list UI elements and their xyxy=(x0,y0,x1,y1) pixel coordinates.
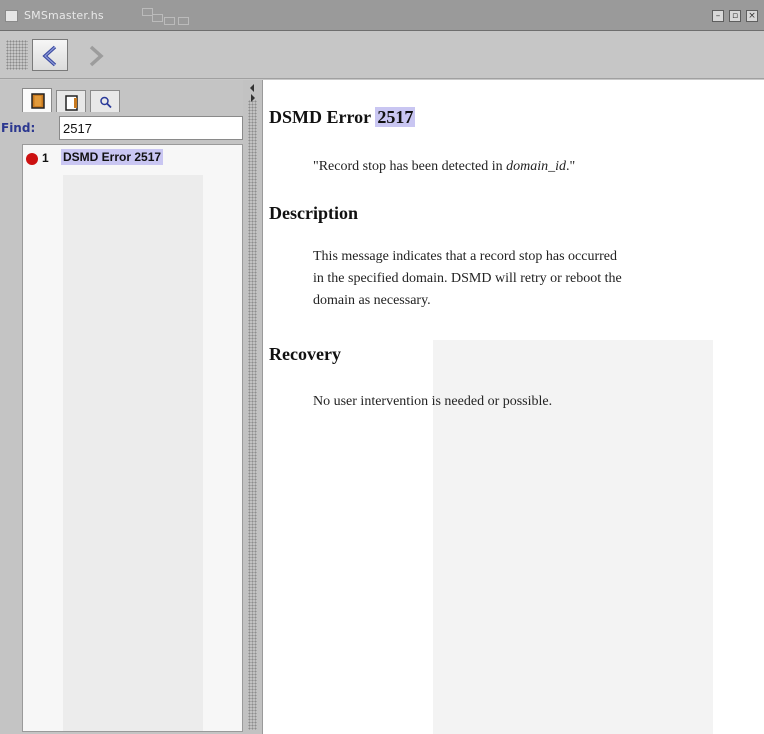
error-summary: "Record stop has been detected in domain… xyxy=(313,156,575,178)
description-text: This message indicates that a record sto… xyxy=(313,246,622,312)
pane-splitter[interactable] xyxy=(243,80,262,734)
summary-text-end: ." xyxy=(566,159,576,174)
help-content-pane[interactable]: DSMD Error 2517 "Record stop has been de… xyxy=(262,80,764,734)
find-label: Find: xyxy=(1,121,36,135)
tab-index[interactable] xyxy=(56,90,86,112)
collapse-left-arrow-icon[interactable] xyxy=(250,84,254,92)
toolbar xyxy=(0,31,764,79)
result-title[interactable]: DSMD Error 2517 xyxy=(61,149,164,165)
description-line: domain as necessary. xyxy=(313,293,431,308)
tab-search[interactable] xyxy=(90,90,120,112)
page-title-text: DSMD Error xyxy=(269,107,371,127)
recovery-text: No user intervention is needed or possib… xyxy=(313,394,553,409)
chevron-left-icon xyxy=(42,45,57,67)
window-title-bar[interactable]: SMSmaster.hs – ▫ × xyxy=(0,0,764,31)
navigator-panel: Find: 1 DSMD Error 2517 xyxy=(0,80,243,734)
recovery-heading: Recovery xyxy=(269,344,341,364)
forward-button[interactable] xyxy=(76,39,112,71)
description-line: This message indicates that a record sto… xyxy=(313,249,618,264)
close-button[interactable]: × xyxy=(746,10,758,22)
tab-contents[interactable] xyxy=(22,88,52,112)
window-title: SMSmaster.hs xyxy=(24,9,104,22)
result-rank: 1 xyxy=(42,151,49,165)
back-button[interactable] xyxy=(32,39,68,71)
summary-text-start: "Record stop has been detected in xyxy=(313,159,507,174)
maximize-button[interactable]: ▫ xyxy=(729,10,741,22)
toolbar-grip[interactable] xyxy=(6,40,28,70)
page-title: DSMD Error 2517 xyxy=(269,107,416,128)
document-icon xyxy=(65,95,78,111)
description-heading: Description xyxy=(269,203,358,223)
find-input[interactable] xyxy=(59,116,243,140)
search-results-list[interactable]: 1 DSMD Error 2517 xyxy=(22,144,243,732)
window-menu-icon[interactable] xyxy=(5,10,18,22)
description-line: in the specified domain. DSMD will retry… xyxy=(313,271,622,286)
watermark-shape xyxy=(63,175,203,731)
splitter-grip xyxy=(248,100,257,730)
minimize-button[interactable]: – xyxy=(712,10,724,22)
search-icon xyxy=(100,96,112,109)
find-row: Find: xyxy=(0,116,243,142)
summary-variable: domain_id xyxy=(506,159,566,174)
book-icon xyxy=(31,93,45,109)
page-title-highlight: 2517 xyxy=(375,107,416,127)
title-decoration xyxy=(140,6,200,25)
chevron-right-icon xyxy=(89,45,104,67)
red-dot-icon xyxy=(26,153,38,165)
